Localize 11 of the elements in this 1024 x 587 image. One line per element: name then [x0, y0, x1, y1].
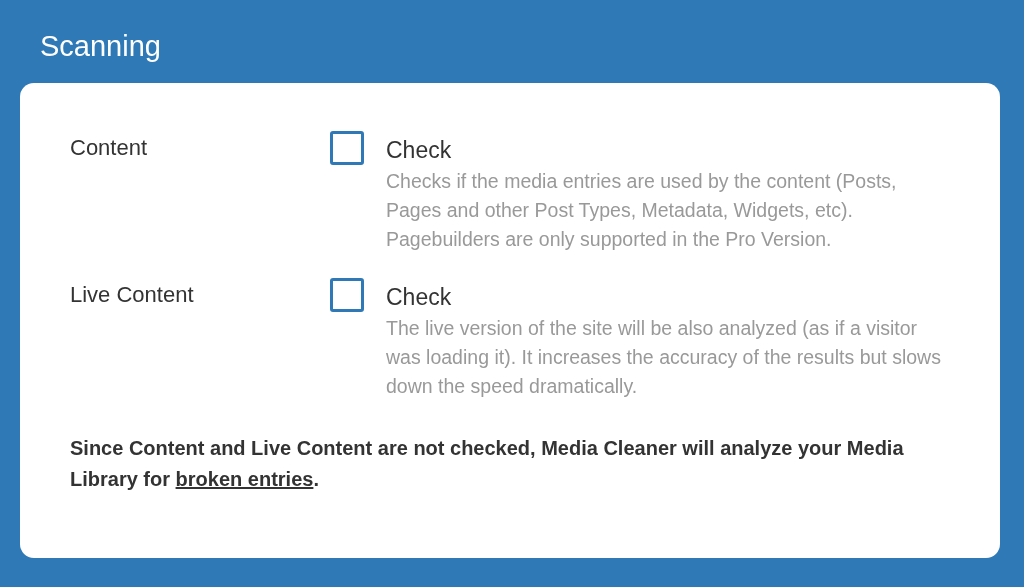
checkbox-label[interactable]: Check [386, 276, 452, 311]
checkbox[interactable] [330, 278, 364, 312]
section-title: Scanning [40, 30, 161, 63]
option-label: Content [70, 134, 148, 161]
option-description: The live version of the site will be also analyzed (as if a visitor was loading it). It increases the accuracy of the results but slows down the speed dramatically. [386, 316, 942, 399]
scan-note: Since Content and Live Content are not checked, Media Cleaner will analyze your Media Library for broken entries. [70, 436, 905, 492]
checkbox[interactable] [330, 131, 364, 165]
option-description: Checks if the media entries are used by the content (Posts, Pages and other Post Types, Metadata, Widgets, etc). Pagebuilders are only supported in the Pro Version. [386, 169, 898, 252]
checkbox-label[interactable]: Check [386, 129, 452, 164]
option-label: Live Content [70, 281, 194, 308]
broken-entries-link[interactable]: broken entries [175, 468, 314, 490]
